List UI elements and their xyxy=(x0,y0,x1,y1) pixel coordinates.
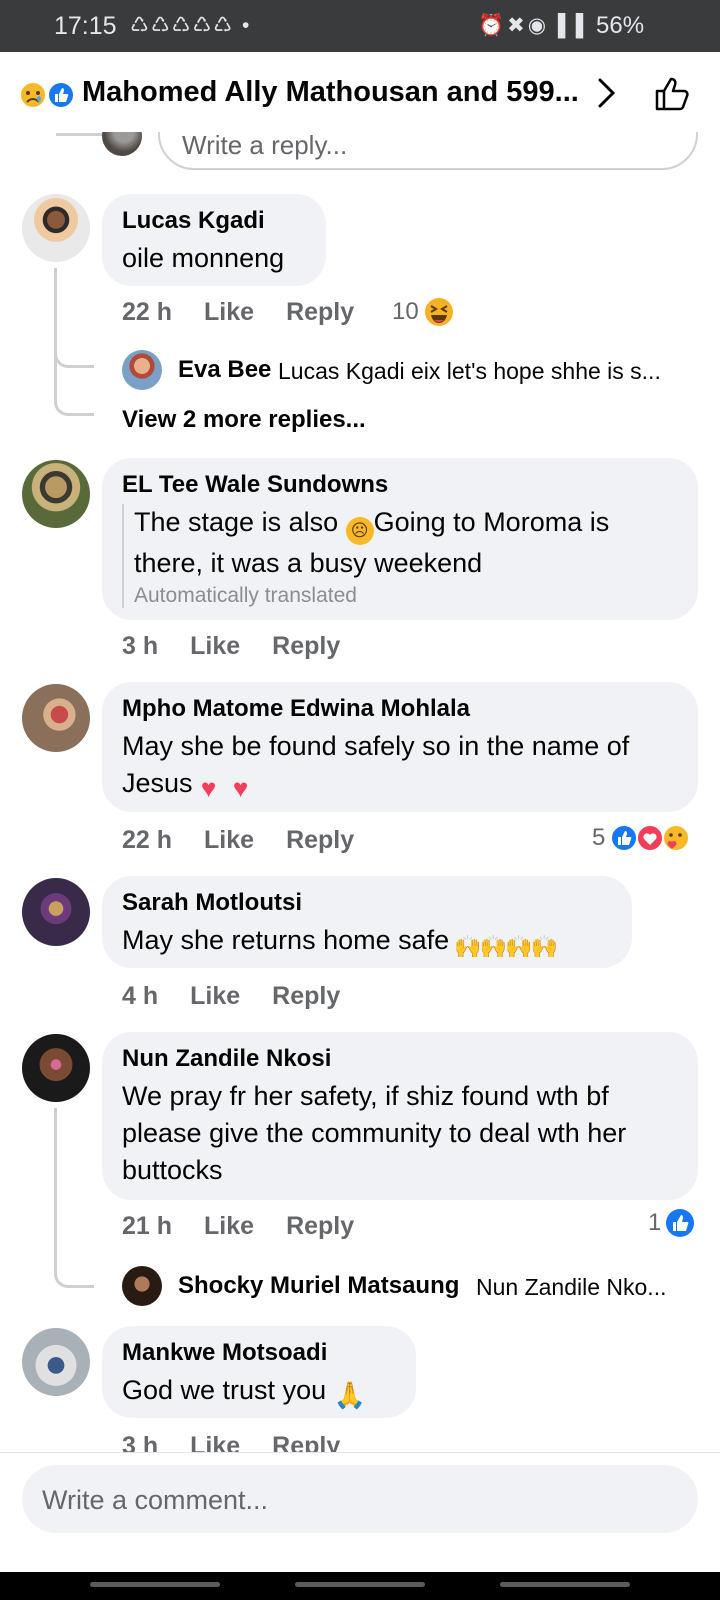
comment-text-part: The stage is also xyxy=(134,507,346,537)
reply-button[interactable]: Reply xyxy=(272,982,340,1010)
nav-recents-button[interactable] xyxy=(90,1582,220,1587)
thread-connector xyxy=(54,1248,94,1288)
system-icons: ⏰✖◉ ▌▌ xyxy=(478,14,594,37)
status-bar: 17:15 ♺♺♺♺♺ • ⏰✖◉ ▌▌ 56% xyxy=(0,0,720,52)
comment-author[interactable]: Mankwe Motsoadi xyxy=(122,1338,396,1368)
nav-back-button[interactable] xyxy=(500,1582,630,1587)
reply-text: Nun Zandile Nko... xyxy=(476,1274,667,1300)
thread-line xyxy=(54,1108,57,1266)
like-outline-icon[interactable] xyxy=(654,76,692,112)
folded-hands-icon: 🙏 xyxy=(333,1380,366,1410)
comment-actions: 22 h Like Reply xyxy=(122,826,386,855)
like-button[interactable]: Like xyxy=(204,1212,254,1240)
comment-author[interactable]: Lucas Kgadi xyxy=(122,206,306,236)
love-reaction-icon xyxy=(636,824,665,852)
thread-connector xyxy=(56,132,104,136)
reply-author[interactable]: Shocky Muriel Matsaung xyxy=(178,1272,459,1300)
comment-actions: 4 h Like Reply xyxy=(122,982,372,1011)
view-more-replies[interactable]: View 2 more replies... xyxy=(122,406,366,434)
comment-actions: 21 h Like Reply xyxy=(122,1212,386,1241)
comment-bubble: EL Tee Wale Sundowns The stage is also ☹… xyxy=(102,458,698,620)
reaction-count[interactable]: 5 xyxy=(592,822,699,854)
reply-input[interactable]: Write a reply... xyxy=(158,132,698,170)
haha-reaction-icon xyxy=(424,298,453,326)
sad-reaction-icon xyxy=(19,81,47,109)
avatar xyxy=(122,350,162,390)
comment-time: 4 h xyxy=(122,982,159,1010)
avatar xyxy=(102,132,142,156)
raising-hands-icons: 🙌🙌🙌🙌 xyxy=(454,934,558,959)
reaction-count-value: 1 xyxy=(648,1209,662,1236)
reactions-title[interactable]: Mahomed Ally Mathousan and 599... xyxy=(82,76,587,109)
like-reaction-icon xyxy=(666,1209,695,1237)
comment-text: God we trust you 🙏 xyxy=(122,1372,396,1409)
comment-bubble: Nun Zandile Nkosi We pray fr her safety,… xyxy=(102,1032,698,1200)
translated-block: The stage is also ☹ Going to Moroma is th… xyxy=(122,504,678,608)
reaction-count-value: 10 xyxy=(392,298,419,325)
avatar[interactable] xyxy=(22,194,90,262)
comment-text: We pray fr her safety, if shiz found wth… xyxy=(122,1081,627,1185)
reply-button[interactable]: Reply xyxy=(286,826,354,854)
avatar[interactable] xyxy=(22,1034,90,1102)
status-time: 17:15 xyxy=(54,12,117,40)
reply-button[interactable]: Reply xyxy=(286,298,354,326)
comment-actions: 3 h Like Reply xyxy=(122,632,372,661)
comment-author[interactable]: Nun Zandile Nkosi xyxy=(122,1044,678,1074)
care-reaction-icon xyxy=(662,824,691,852)
avatar[interactable] xyxy=(22,684,90,752)
reaction-count-value: 5 xyxy=(592,824,606,851)
avatar xyxy=(122,1266,162,1306)
avatar[interactable] xyxy=(22,878,90,946)
reactions-header[interactable]: Mahomed Ally Mathousan and 599... xyxy=(0,52,720,132)
comments-sheet: Mahomed Ally Mathousan and 599... Write … xyxy=(0,52,720,1572)
like-button[interactable]: Like xyxy=(190,982,240,1010)
comment-author[interactable]: Sarah Motloutsi xyxy=(122,888,612,918)
notification-icons: ♺♺♺♺♺ • xyxy=(130,14,252,37)
comment-text: The stage is also ☹ Going to Moroma is th… xyxy=(134,504,678,582)
comment-time: 22 h xyxy=(122,298,173,326)
comment-bubble: Lucas Kgadi oile monneng xyxy=(102,194,326,286)
avatar[interactable] xyxy=(22,1328,90,1396)
like-reaction-icon xyxy=(47,81,75,109)
like-button[interactable]: Like xyxy=(204,298,254,326)
comment-text-part: May she returns home safe xyxy=(122,925,450,955)
reply-button[interactable]: Reply xyxy=(286,1212,354,1240)
comment-time: 21 h xyxy=(122,1212,173,1240)
comment-author[interactable]: EL Tee Wale Sundowns xyxy=(122,470,678,500)
like-button[interactable]: Like xyxy=(190,632,240,660)
reply-input-row: Write a reply... xyxy=(0,132,720,174)
comment-composer: Write a comment... xyxy=(0,1452,720,1572)
like-button[interactable]: Like xyxy=(204,826,254,854)
comment-author[interactable]: Mpho Matome Edwina Mohlala xyxy=(122,694,678,724)
reaction-count[interactable]: 1 xyxy=(648,1208,695,1238)
comment-time: 22 h xyxy=(122,826,173,854)
reply-author[interactable]: Eva Bee xyxy=(178,356,271,384)
comment-actions: 22 h Like Reply xyxy=(122,298,386,327)
comment-text: May she returns home safe 🙌🙌🙌🙌 xyxy=(122,922,612,961)
comment-text-part: God we trust you xyxy=(122,1375,334,1405)
comment-bubble: Mankwe Motsoadi God we trust you 🙏 xyxy=(102,1326,416,1418)
auto-translated-label[interactable]: Automatically translated xyxy=(134,584,678,608)
reaction-count[interactable]: 10 xyxy=(392,296,455,328)
comment-bubble: Sarah Motloutsi May she returns home saf… xyxy=(102,876,632,968)
comment-time: 3 h xyxy=(122,632,159,660)
comment-text: oile monneng xyxy=(122,243,285,273)
heart-icon: ♥ xyxy=(200,773,217,803)
system-nav-bar xyxy=(0,1572,720,1600)
comment-bubble: Mpho Matome Edwina Mohlala May she be fo… xyxy=(102,682,698,812)
reply-text: Lucas Kgadi eix let's hope shhe is s... xyxy=(278,358,661,384)
like-reaction-icon xyxy=(610,824,639,852)
reaction-icons xyxy=(610,824,691,852)
comment-text: May she be found safely so in the name o… xyxy=(122,728,678,802)
comment-input[interactable]: Write a comment... xyxy=(22,1465,698,1533)
reply-button[interactable]: Reply xyxy=(272,632,340,660)
thread-connector xyxy=(54,364,94,416)
nav-home-button[interactable] xyxy=(295,1582,425,1587)
crying-face-icon: ☹ xyxy=(345,517,374,545)
chevron-right-icon[interactable] xyxy=(596,76,618,110)
reactions-summary-icons xyxy=(19,81,75,109)
battery-level: 56% xyxy=(596,12,645,39)
heart-icon: ♥ xyxy=(232,773,249,803)
avatar[interactable] xyxy=(22,460,90,528)
